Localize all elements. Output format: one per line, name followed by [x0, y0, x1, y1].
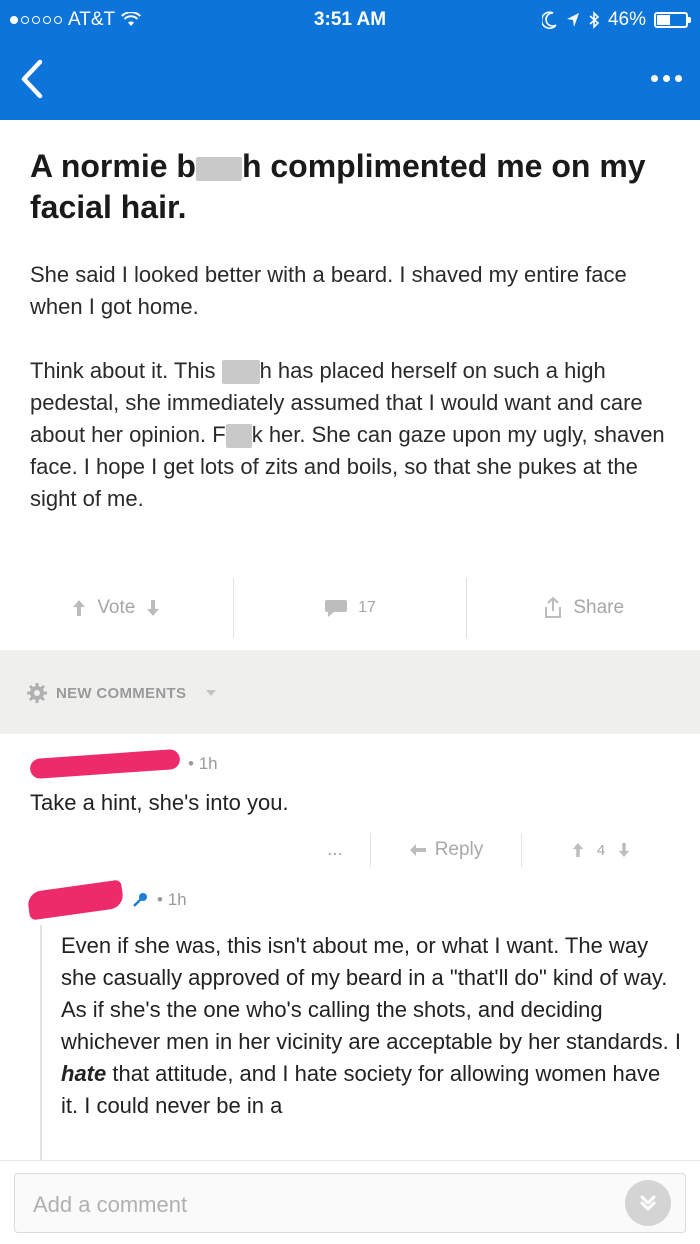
reply-label: Reply [434, 839, 484, 860]
comment-text-part-a: Even if she was, this isn't about me, or… [61, 933, 681, 1054]
share-button[interactable]: Share [467, 572, 700, 644]
chevron-down-icon [206, 690, 217, 696]
thread-line [40, 925, 42, 1160]
comments-button[interactable]: 17 [234, 572, 467, 644]
comment-composer: Add a comment [0, 1160, 700, 1244]
comment-time-value: 1h [198, 754, 218, 773]
bluetooth-icon [589, 11, 600, 29]
microphone-icon [133, 893, 147, 907]
moon-icon [541, 11, 557, 29]
redacted-username [26, 879, 125, 921]
title-part-1: A normie b [30, 148, 196, 184]
comment-text: Take a hint, she's into you. [30, 790, 289, 815]
redacted-username [29, 748, 181, 780]
downvote-arrow-icon[interactable] [145, 598, 161, 618]
nav-bar [0, 40, 700, 120]
comment-sort-bar: NEW COMMENTS [0, 650, 700, 734]
comment-text-part-b: that attitude, and I hate society for al… [61, 1061, 661, 1118]
share-label: Share [573, 597, 625, 618]
sort-dropdown[interactable]: NEW COMMENTS [26, 682, 218, 704]
comment-time-value: 1h [167, 890, 187, 909]
comment-text-emphasis: hate [61, 1061, 107, 1086]
post-action-bar: Vote 17 Share [0, 572, 700, 644]
comment-text: Even if she was, this isn't about me, or… [61, 930, 681, 1122]
battery-icon [654, 12, 691, 28]
reply-arrow-icon [409, 844, 426, 856]
comment-count: 17 [358, 599, 376, 616]
share-icon [545, 597, 562, 618]
comment-time: • 1h [157, 890, 187, 909]
post-paragraph-1: She said I looked better with a beard. I… [30, 262, 627, 319]
post-title: A normie bh complimented me on my facial… [30, 146, 670, 228]
upvote-arrow-icon[interactable] [571, 841, 585, 859]
comment-score: 4 [596, 841, 606, 859]
upvote-arrow-icon[interactable] [71, 598, 87, 618]
comment-vote-control: 4 [522, 841, 680, 859]
censor-blur [221, 360, 260, 385]
location-arrow-icon [566, 13, 579, 27]
add-comment-input[interactable]: Add a comment [14, 1173, 686, 1233]
status-bar: AT&T 3:51 AM 46% [0, 0, 700, 40]
censor-blur [195, 156, 242, 181]
paragraph2-part-a: Think about it. This [30, 358, 222, 383]
comment-header: • 1h [29, 748, 218, 780]
add-comment-placeholder: Add a comment [33, 1192, 188, 1217]
censor-blur [225, 424, 252, 449]
comment-action-bar: ... Reply 4 [300, 830, 680, 870]
comment-more-button[interactable]: ... [300, 839, 370, 861]
gear-icon [27, 683, 47, 703]
downvote-arrow-icon[interactable] [617, 841, 631, 859]
jump-to-next-comment-icon[interactable] [625, 1180, 671, 1226]
vote-label: Vote [97, 597, 136, 618]
battery-percent: 46% [607, 9, 646, 30]
back-arrow-icon[interactable] [14, 56, 54, 102]
sort-label: NEW COMMENTS [56, 684, 187, 702]
more-options-icon[interactable] [646, 66, 686, 90]
reply-button[interactable]: Reply [371, 839, 521, 861]
comment-bubble-icon [325, 600, 348, 617]
vote-control: Vote [0, 572, 233, 644]
comment-time: • 1h [188, 754, 218, 773]
post-paragraph-2: Think about it. This h has placed hersel… [30, 355, 670, 515]
comment-header: • 1h [26, 879, 187, 921]
post-body: She said I looked better with a beard. I… [30, 259, 670, 547]
